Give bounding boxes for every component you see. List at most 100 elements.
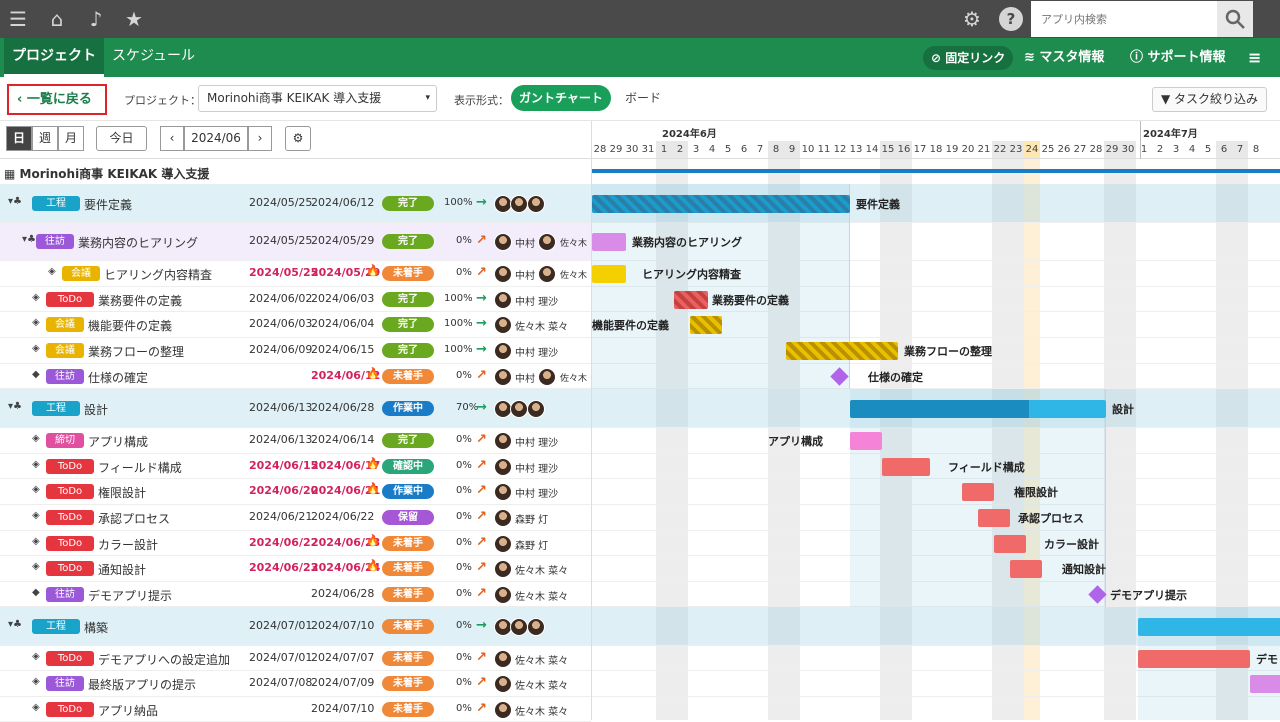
project-select[interactable]: Morinohi商事 KEIKAK 導入支援 ▾ — [198, 85, 437, 112]
expand-icon[interactable]: ▾♣ — [22, 234, 36, 245]
status-badge[interactable]: 未着手 — [382, 369, 434, 384]
bell-icon[interactable]: ♪ — [84, 7, 108, 31]
status-badge[interactable]: 未着手 — [382, 561, 434, 576]
prev-month-button[interactable]: ‹ — [160, 126, 184, 151]
gantt-bar[interactable] — [592, 233, 626, 251]
expand-icon[interactable]: ▾♣ — [8, 619, 22, 630]
task-row[interactable]: ◈ 締切 アプリ構成 2024/06/13 2024/06/14 完了 0% ↗ 中村 理沙 — [0, 428, 591, 454]
status-badge[interactable]: 完了 — [382, 234, 434, 249]
status-badge[interactable]: 作業中 — [382, 401, 434, 416]
gantt-bar[interactable] — [850, 400, 1106, 418]
gantt-bar[interactable] — [1010, 560, 1042, 578]
expand-icon[interactable]: ▾♣ — [8, 196, 22, 207]
status-badge[interactable]: 完了 — [382, 292, 434, 307]
gantt-bar[interactable] — [978, 509, 1010, 527]
task-row[interactable]: ◈ ToDo 権限設計 2024/06/20 2024/06/21 🔥 作業中 0% ↗ 中村 理… — [0, 479, 591, 505]
task-name[interactable]: 業務内容のヒアリング — [78, 234, 198, 251]
next-month-button[interactable]: › — [248, 126, 272, 151]
gantt-bar[interactable] — [1138, 650, 1250, 668]
status-badge[interactable]: 作業中 — [382, 484, 434, 499]
gantt-bar[interactable] — [674, 291, 708, 309]
gantt-bar[interactable] — [994, 535, 1026, 553]
task-name[interactable]: ヒアリング内容精査 — [104, 266, 212, 283]
gantt-bar[interactable] — [850, 432, 882, 450]
status-badge[interactable]: 完了 — [382, 343, 434, 358]
task-row[interactable]: ◆ 往訪 仕様の確定 2024/06/12 🔥 未着手 0% ↗ 中村 佐々木 — [0, 364, 591, 389]
search-input[interactable] — [1031, 1, 1217, 37]
task-name[interactable]: カラー設計 — [98, 536, 158, 553]
task-row[interactable]: ▾♣ 工程 構築 2024/07/01 2024/07/10 未着手 0% → — [0, 607, 591, 646]
task-row[interactable]: ▾♣ 工程 設計 2024/06/13 2024/06/28 作業中 70% → — [0, 389, 591, 428]
week-scale-button[interactable]: 週 — [32, 126, 58, 151]
task-name[interactable]: 設計 — [84, 401, 108, 418]
task-row[interactable]: ◆ 往訪 デモアプリ提示 2024/06/28 未着手 0% ↗ 佐々木 菜々 — [0, 582, 591, 607]
task-name[interactable]: 要件定義 — [84, 196, 132, 213]
task-row[interactable]: ◈ ToDo 承認プロセス 2024/06/21 2024/06/22 保留 0% ↗ 森野 灯 — [0, 505, 591, 531]
status-badge[interactable]: 未着手 — [382, 587, 434, 602]
task-row[interactable]: ◈ ToDo 業務要件の定義 2024/06/02 2024/06/03 完了 100% → 中… — [0, 287, 591, 312]
gear-icon[interactable]: ⚙ — [960, 7, 984, 31]
task-name[interactable]: 業務要件の定義 — [98, 292, 182, 309]
status-badge[interactable]: 保留 — [382, 510, 434, 525]
gantt-bar[interactable] — [592, 195, 850, 213]
task-name[interactable]: 業務フローの整理 — [88, 343, 184, 360]
task-name[interactable]: 構築 — [84, 619, 108, 636]
star-icon[interactable]: ★ — [122, 7, 146, 31]
tab-schedule[interactable]: スケジュール — [104, 38, 203, 77]
task-row[interactable]: ◈ ToDo フィールド構成 2024/06/15 2024/06/17 🔥 確認中 0% ↗ 中… — [0, 454, 591, 479]
task-name[interactable]: 承認プロセス — [98, 510, 170, 527]
status-badge[interactable]: 完了 — [382, 317, 434, 332]
status-badge[interactable]: 完了 — [382, 433, 434, 448]
fixed-link-button[interactable]: ⊘ 固定リンク — [923, 46, 1014, 70]
month-scale-button[interactable]: 月 — [58, 126, 84, 151]
expand-icon[interactable]: ▾♣ — [8, 401, 22, 412]
task-row[interactable]: ▾♣ 往訪 業務内容のヒアリング 2024/05/25 2024/05/29 完了 0% ↗ 中… — [0, 223, 591, 261]
task-row[interactable]: ◈ ToDo デモアプリへの設定追加 2024/07/01 2024/07/07 未着手 0… — [0, 646, 591, 671]
help-icon[interactable]: ? — [999, 7, 1023, 31]
task-row[interactable]: ◈ 往訪 最終版アプリの提示 2024/07/08 2024/07/09 未着手 0% ↗ 佐々… — [0, 671, 591, 697]
task-row[interactable]: ◈ ToDo 通知設計 2024/06/23 2024/06/24 🔥 未着手 0% ↗ 佐々木 … — [0, 556, 591, 582]
gantt-bar[interactable] — [1138, 618, 1280, 636]
support-button[interactable]: ⓘ サポート情報 — [1130, 46, 1226, 70]
settings-button[interactable]: ⚙ — [285, 126, 311, 151]
day-scale-button[interactable]: 日 — [6, 126, 32, 151]
task-name[interactable]: デモアプリへの設定追加 — [98, 651, 230, 668]
task-name[interactable]: アプリ納品 — [98, 702, 158, 719]
search-button[interactable] — [1217, 1, 1253, 37]
task-row[interactable]: ◈ ToDo カラー設計 2024/06/22 2024/06/23 🔥 未着手 0% ↗ 森野 … — [0, 531, 591, 556]
task-name[interactable]: 通知設計 — [98, 561, 146, 578]
task-row[interactable]: ▾♣ 工程 要件定義 2024/05/25 2024/06/12 完了 100% → — [0, 184, 591, 223]
task-name[interactable]: 権限設計 — [98, 484, 146, 501]
status-badge[interactable]: 未着手 — [382, 266, 434, 281]
task-row[interactable]: ◈ 会議 機能要件の定義 2024/06/03 2024/06/04 完了 100% → 佐々木… — [0, 312, 591, 338]
gantt-bar[interactable] — [592, 265, 626, 283]
status-badge[interactable]: 未着手 — [382, 651, 434, 666]
gantt-view-button[interactable]: ガントチャート — [511, 85, 611, 111]
task-name[interactable]: 機能要件の定義 — [88, 317, 172, 334]
task-name[interactable]: 仕様の確定 — [88, 369, 148, 386]
tab-project[interactable]: プロジェクト — [4, 38, 104, 77]
task-name[interactable]: デモアプリ提示 — [88, 587, 172, 604]
task-filter-button[interactable]: ▼ タスク絞り込み — [1152, 87, 1267, 112]
home-icon[interactable]: ⌂ — [45, 7, 69, 31]
gantt-bar[interactable] — [690, 316, 722, 334]
gantt-bar[interactable] — [786, 342, 898, 360]
status-badge[interactable]: 完了 — [382, 196, 434, 211]
task-row[interactable]: ◈ ToDo アプリ納品 2024/07/10 未着手 0% ↗ 佐々木 菜々 — [0, 697, 591, 722]
status-badge[interactable]: 未着手 — [382, 702, 434, 717]
task-row[interactable]: ◈ 会議 業務フローの整理 2024/06/09 2024/06/15 完了 100% → 中村… — [0, 338, 591, 364]
board-view-button[interactable]: ボード — [625, 85, 661, 111]
gantt-bar[interactable] — [1250, 675, 1280, 693]
gantt-bar[interactable] — [962, 483, 994, 501]
status-badge[interactable]: 確認中 — [382, 459, 434, 474]
task-row[interactable]: ◈ 会議 ヒアリング内容精査 2024/05/25 2024/05/29 🔥 未着手 0% ↗ 中… — [0, 261, 591, 287]
task-name[interactable]: 最終版アプリの提示 — [88, 676, 196, 693]
status-badge[interactable]: 未着手 — [382, 536, 434, 551]
status-badge[interactable]: 未着手 — [382, 619, 434, 634]
menu-icon[interactable]: ☰ — [6, 7, 30, 31]
master-button[interactable]: ≋ マスタ情報 — [1024, 46, 1104, 70]
gantt-bar[interactable] — [882, 458, 930, 476]
hamburger-icon[interactable]: ≡ — [1248, 46, 1261, 70]
back-to-list-button[interactable]: ‹ 一覧に戻る — [7, 84, 107, 115]
task-name[interactable]: アプリ構成 — [88, 433, 148, 450]
